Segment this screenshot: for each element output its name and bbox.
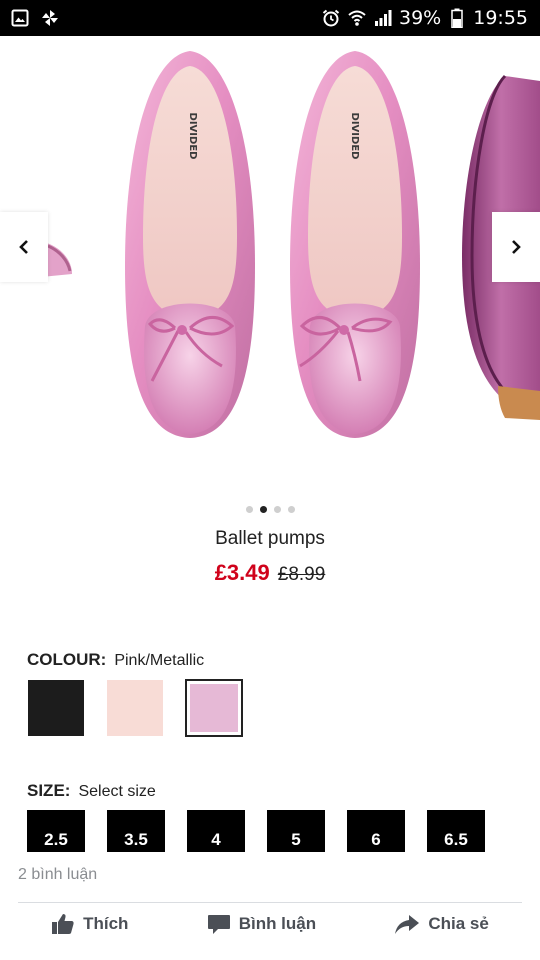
carousel-dot[interactable] [245,506,253,513]
product-image: DIVIDED DIVIDED [0,51,540,438]
status-bar: 39% 19:55 [0,0,540,36]
share-button[interactable]: Chia sẻ [394,912,489,936]
alarm-icon [321,8,341,28]
like-label: Thích [83,914,129,933]
gallery-icon [10,8,30,28]
battery-icon [447,8,467,28]
signal-icon [373,8,393,28]
battery-percent: 39% [399,7,442,29]
size-option[interactable]: 3.5 [107,810,165,852]
pinwheel-icon [40,8,60,28]
size-option[interactable]: 2.5 [27,810,85,852]
carousel-dot[interactable] [273,506,281,513]
product-name: Ballet pumps [215,528,325,549]
wifi-icon [347,8,367,28]
colour-swatch-light-pink[interactable] [107,680,163,736]
size-label: SIZE: [27,781,71,800]
carousel-dot[interactable] [287,506,295,513]
share-arrow-icon [395,915,420,934]
size-option-label: 2.5 [44,830,68,849]
colour-swatch-pink-metallic[interactable] [185,679,243,737]
carousel-pagination [0,506,540,513]
swatch-fill [190,684,238,732]
swatch-fill [28,680,84,736]
price-row: £3.49 £8.99 [0,560,540,586]
previous-image-button[interactable] [0,212,48,282]
original-price: £8.99 [277,564,326,585]
right-shoe: DIVIDED [290,51,420,438]
chevron-left-icon [19,240,28,254]
size-option-label: 3.5 [124,830,148,849]
size-option[interactable]: 5 [267,810,325,852]
size-option[interactable]: 4 [187,810,245,852]
insole-brand-right: DIVIDED [349,113,360,160]
thumbs-up-icon [52,914,74,934]
sale-price: £3.49 [214,560,270,585]
colour-label: COLOUR: [27,650,107,669]
size-option[interactable]: 6.5 [427,810,485,852]
comment-label: Bình luận [238,914,317,933]
size-option[interactable]: 6 [347,810,405,852]
left-shoe: DIVIDED [125,51,255,438]
colour-row: COLOUR: Pink/Metallic [27,650,204,670]
carousel-dot[interactable] [259,506,267,513]
size-option-label: 6 [371,830,381,849]
divider [18,902,522,903]
insole-brand-left: DIVIDED [187,113,198,160]
facebook-action-bar: Thích Bình luận Chia sẻ [0,912,540,936]
next-image-button[interactable] [492,212,540,282]
size-option-label: 5 [291,830,301,849]
clock: 19:55 [473,7,528,29]
comment-button[interactable]: Bình luận [207,912,316,936]
product-image-carousel[interactable]: DIVIDED DIVIDED [0,36,540,496]
colour-swatch-black[interactable] [28,680,84,736]
like-button[interactable]: Thích [51,912,128,936]
size-option-label: 4 [211,830,221,849]
share-label: Chia sẻ [428,914,489,933]
colour-value: Pink/Metallic [114,652,205,669]
size-row: SIZE: Select size [27,781,156,801]
size-option-label: 6.5 [444,830,468,849]
size-placeholder: Select size [78,783,156,800]
swatch-fill [107,680,163,736]
chevron-right-icon [512,240,521,254]
comment-count-link[interactable]: 2 bình luận [18,866,97,884]
comment-bubble-icon [207,915,230,934]
size-options: 2.5 3.5 4 5 6 6.5 [27,810,485,852]
